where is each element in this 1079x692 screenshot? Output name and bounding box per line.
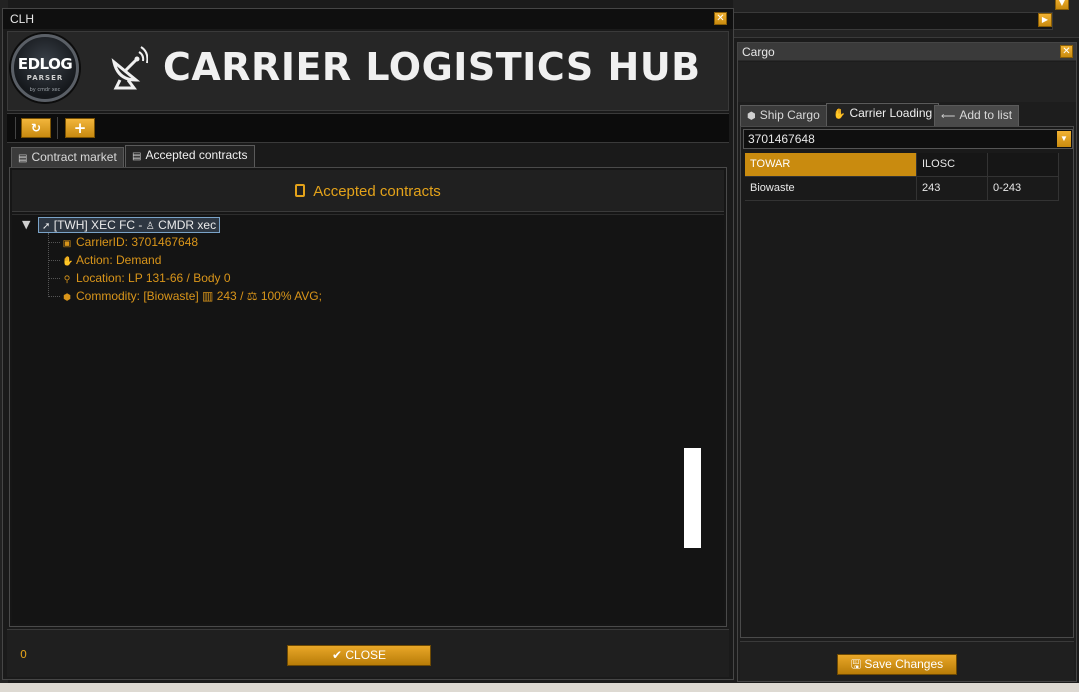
carrier-loading-panel: 3701467648 ▼ TOWAR ILOSC Biowaste 243 0-… [740,126,1074,638]
background-app-track [733,12,1053,30]
tree-root-commander: CMDR xec [158,218,217,232]
tab-label: Carrier Loading [849,106,933,120]
clh-titlebar[interactable]: CLH ✕ [3,9,733,29]
background-app-toolbar: ▶ ▼ [733,0,1079,38]
box-icon: ⬢ [747,111,756,122]
clh-header: EDLOG PARSER by cmdr xec CARRIER LOGISTI… [7,31,729,111]
edlog-logo: EDLOG PARSER by cmdr xec [11,34,79,102]
tree-root-node[interactable]: ➚ [TWH] XEC FC - ♙ CMDR xec [38,217,221,233]
clh-footer: 0 ✔ CLOSE [7,629,729,677]
close-button[interactable]: ✔ CLOSE [287,645,431,666]
tree-item-commodity[interactable]: ⬢ Commodity: [Biowaste] ▥ 243 / ⚖ 100% AV… [48,289,322,307]
check-icon: ✔ [331,648,343,662]
cargo-window-title: Cargo [742,45,775,59]
grid-header-cell[interactable] [988,153,1059,177]
tab-label: Ship Cargo [759,108,820,122]
toolbar-separator [57,117,58,139]
chevron-down-icon[interactable]: ▼ [1057,131,1071,147]
desktop-taskbar-strip [0,683,1079,692]
carrier-id-select[interactable]: 3701467648 ▼ [743,129,1073,149]
accepted-contracts-panel: Accepted contracts ▼ ➚ [TWH] XEC FC - ♙ … [9,167,727,627]
grid-header-cell[interactable]: TOWAR [745,153,917,177]
tab-label: Contract market [31,150,117,164]
logo-main-text: EDLOG [17,55,73,73]
save-button-label: Save Changes [864,657,944,671]
tab-contract-market[interactable]: ▤ Contract market [11,147,124,168]
tab-add-to-list[interactable]: ⟵ Add to list [934,105,1020,126]
tree-item-carrier-id[interactable]: ▣ CarrierID: 3701467648 [48,235,198,253]
tree-root-label: [TWH] XEC FC - [53,218,143,232]
tree-item-text: Location: LP 131-66 / Body 0 [76,271,231,285]
contracts-tree: ▼ ➚ [TWH] XEC FC - ♙ CMDR xec ▣ CarrierID… [12,214,724,624]
tree-item-location[interactable]: ⚲ Location: LP 131-66 / Body 0 [48,271,231,289]
add-button[interactable]: + [65,118,95,138]
satellite-dish-icon [111,46,148,90]
tab-carrier-loading[interactable]: ✋ Carrier Loading [826,103,940,126]
box-icon: ⬢ [63,292,71,302]
grid-cell[interactable]: 243 [917,177,988,201]
cargo-window: Cargo ✕ ⬢ Ship Cargo ✋ Carrier Loading ⟵ Ad… [737,42,1077,682]
clh-close-icon[interactable]: ✕ [714,12,727,25]
commander-icon: ♙ [145,221,155,232]
carrier-id-value: 3701467648 [748,132,815,146]
background-app-dropdown-button[interactable]: ▼ [1055,0,1069,10]
toolbar-separator [15,117,16,139]
cargo-titlebar[interactable]: Cargo ✕ [738,43,1076,61]
id-card-icon: ▣ [62,238,72,248]
tab-ship-cargo[interactable]: ⬢ Ship Cargo [740,105,827,126]
tree-item-text: Action: Demand [76,253,162,267]
tab-accepted-contracts[interactable]: ▤ Accepted contracts [125,145,255,168]
header-title: CARRIER LOGISTICS HUB [163,45,701,89]
logo-sub-text: PARSER [26,74,64,82]
grid-cell[interactable]: Biowaste [745,177,917,201]
tree-item-action[interactable]: ✋ Action: Demand [48,253,161,271]
refresh-button[interactable]: ↻ [21,118,51,138]
clh-window: CLH ✕ EDLOG PARSER by cmdr xec CARRIER L… [2,8,734,680]
contract-count: 0 [20,648,27,661]
tab-label: Accepted contracts [145,148,248,162]
clh-window-title: CLH [10,12,35,26]
hand-icon: ✋ [833,109,846,120]
tab-label: Add to list [959,108,1013,122]
logo-byline: by cmdr xec [29,87,61,93]
hand-icon: ✋ [62,256,74,266]
save-changes-button[interactable]: 🖫 Save Changes [837,654,957,675]
clipboard-icon [295,184,306,197]
panel-header: Accepted contracts [12,170,724,212]
cargo-close-icon[interactable]: ✕ [1060,45,1073,58]
clipboard-icon: ▤ [132,151,142,162]
grid-cell[interactable]: 0-243 [988,177,1059,201]
cargo-footer: 🖫 Save Changes [740,641,1074,681]
grid-header-cell[interactable]: ILOSC [917,153,988,177]
clh-toolbar: ↻ + [7,113,729,143]
tree-item-text: Commodity: [Biowaste] ▥ 243 / ⚖ 100% AVG… [76,289,322,303]
tree-item-text: CarrierID: 3701467648 [76,235,199,249]
background-app-arrow-button[interactable]: ▶ [1038,13,1052,27]
chevron-down-icon[interactable]: ▼ [22,218,30,231]
cargo-top-area [738,62,1076,102]
market-icon: ▤ [18,153,28,164]
close-button-label: CLOSE [345,648,387,662]
white-overlay-block [684,448,701,548]
save-icon: 🖫 [850,657,862,671]
rocket-icon: ➚ [42,221,51,232]
location-pin-icon: ⚲ [63,274,71,284]
arrow-left-icon: ⟵ [941,111,956,122]
panel-title-text: Accepted contracts [313,183,441,200]
panel-title: Accepted contracts [12,183,724,200]
